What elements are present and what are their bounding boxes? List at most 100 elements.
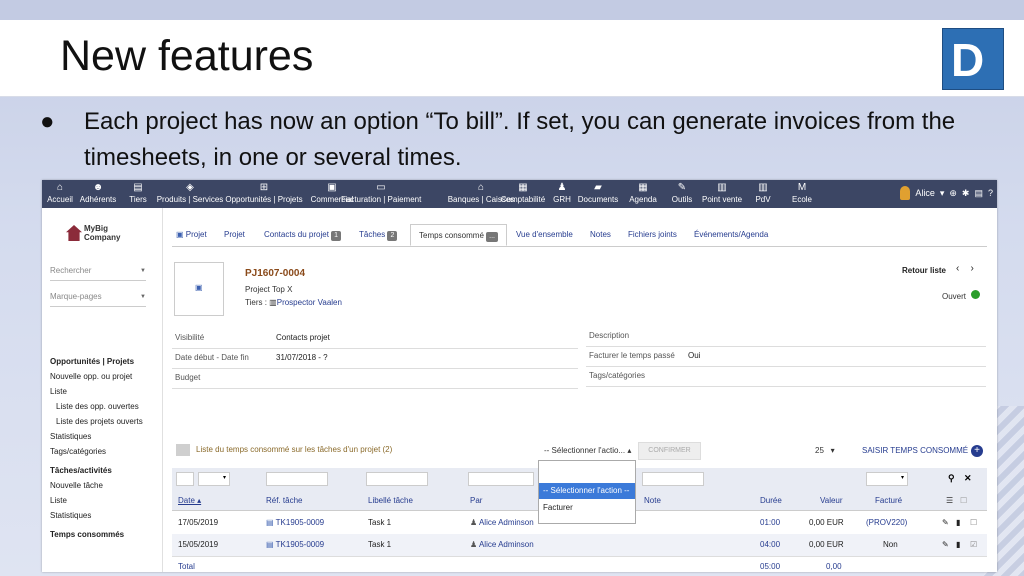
sidebar-section-title[interactable]: Tâches/activités: [50, 463, 160, 478]
sidebar-section-title[interactable]: Temps consommés: [50, 527, 160, 542]
field-value: Contacts projet: [276, 333, 330, 342]
sidebar-item[interactable]: Tags/catégories: [50, 444, 160, 459]
sidebar-item[interactable]: Liste des projets ouverts: [50, 414, 160, 429]
column-header[interactable]: Date ▴: [178, 496, 201, 505]
filter-user[interactable]: [468, 472, 534, 486]
total-value: 0,00: [826, 562, 842, 571]
dropdown-option-selected[interactable]: -- Sélectionner l'action --: [539, 483, 635, 499]
edit-icon[interactable]: ✎: [942, 518, 949, 527]
print-icon[interactable]: ▤: [974, 188, 983, 199]
column-header[interactable]: Valeur: [820, 496, 843, 505]
filter-label[interactable]: [366, 472, 428, 486]
logo-letter: D: [951, 34, 985, 86]
tab-label: Tâches: [359, 230, 386, 239]
field-label: Date début - Date fin: [175, 353, 249, 362]
back-to-list-link[interactable]: Retour liste: [902, 266, 946, 275]
user-name[interactable]: Alice: [915, 188, 935, 198]
select-all-checkbox[interactable]: ☐: [960, 496, 967, 505]
user-link[interactable]: ♟ Alice Adminson: [470, 518, 534, 527]
help-icon[interactable]: ?: [988, 188, 993, 198]
sidebar-item[interactable]: Nouvelle tâche: [50, 478, 160, 493]
page-size-select[interactable]: 25 ▾: [815, 446, 835, 455]
tab-notes[interactable]: Notes: [590, 224, 611, 246]
timesheet-list-title: Liste du temps consommé sur les tâches d…: [176, 444, 392, 456]
nav-item-ecole[interactable]: M Ecole: [762, 180, 842, 208]
sidebar-item[interactable]: Statistiques: [50, 429, 160, 444]
filter-day[interactable]: [176, 472, 194, 486]
search-icon[interactable]: ⚲: [948, 473, 955, 484]
column-header[interactable]: Par: [470, 496, 482, 505]
field-value: 31/07/2018 - ?: [276, 353, 328, 362]
column-header[interactable]: Libellé tâche: [368, 496, 413, 505]
document-icon: ▣: [195, 283, 203, 292]
tab-projet[interactable]: ▣ Projet: [176, 224, 207, 246]
column-header[interactable]: Note: [644, 496, 661, 505]
bookmarks-select[interactable]: Marque-pages ▼: [50, 292, 146, 307]
task-icon: ▤: [266, 518, 276, 527]
sidebar-item[interactable]: Liste: [50, 384, 160, 399]
column-header[interactable]: Durée: [760, 496, 782, 505]
tab-badge: ...: [486, 232, 498, 242]
edit-icon[interactable]: ✎: [942, 540, 949, 549]
user-avatar[interactable]: [900, 186, 911, 200]
sidebar-menu: Opportunités | Projets Nouvelle opp. ou p…: [50, 350, 160, 542]
globe-icon[interactable]: ⊕: [949, 188, 957, 199]
clear-filter-icon[interactable]: ✕: [964, 473, 972, 484]
main-content: ▣ Projet Projet Contacts du projet 1 Tâches…: [172, 208, 997, 572]
dropdown-search[interactable]: [539, 461, 635, 483]
tab-fichiers-joints[interactable]: Fichiers joints: [628, 224, 677, 246]
column-header[interactable]: Réf. tâche: [266, 496, 302, 505]
mass-action-select[interactable]: -- Sélectionner l'actio... ▴: [544, 446, 631, 455]
top-navigation: Alice ▾ ⊕ ✱ ▤ ? ⌂ Accueil ☻ Adhérents ▤ Tiers ◈…: [42, 180, 997, 208]
sidebar-item[interactable]: Liste des opp. ouvertes: [50, 399, 160, 414]
task-ref-link[interactable]: ▤ TK1905-0009: [266, 540, 324, 549]
sidebar-item[interactable]: Statistiques: [50, 508, 160, 523]
dropdown-option[interactable]: Facturer: [539, 499, 635, 517]
sidebar-item[interactable]: Liste: [50, 493, 160, 508]
sidebar-section-title[interactable]: Opportunités | Projets: [50, 354, 160, 369]
nav-item-produits-services[interactable]: ◈ Produits | Services: [150, 180, 230, 208]
tab-label: Projet: [185, 230, 207, 239]
row-checkbox[interactable]: ☐: [970, 518, 977, 527]
row-billed[interactable]: (PROV220): [866, 518, 907, 527]
company-logo[interactable]: MyBig Company: [66, 224, 120, 242]
tab--v-nements-agenda[interactable]: Événements/Agenda: [694, 224, 768, 246]
filter-ref[interactable]: [266, 472, 328, 486]
tab-contacts-du-projet[interactable]: Contacts du projet 1: [264, 224, 342, 246]
next-icon[interactable]: ›: [970, 263, 973, 274]
chevron-down-icon: ▾: [900, 475, 904, 481]
chevron-down-icon: ▼: [140, 294, 146, 300]
sidebar-item[interactable]: Nouvelle opp. ou projet: [50, 369, 160, 384]
top-decoration: [0, 0, 1024, 20]
user-link[interactable]: ♟ Alice Adminson: [470, 540, 534, 549]
plus-icon: +: [971, 445, 984, 457]
cube-icon: ◈: [186, 182, 194, 193]
task-label: Task 1: [368, 540, 392, 549]
tab-label: Contacts du projet: [264, 230, 329, 239]
prev-icon[interactable]: ‹: [956, 263, 959, 274]
column-header[interactable]: Facturé: [875, 496, 902, 505]
add-time-link[interactable]: SAISIR TEMPS CONSOMMÉ +: [862, 445, 984, 457]
delete-icon[interactable]: ▮: [956, 540, 960, 549]
filter-billed[interactable]: ▾: [866, 472, 908, 486]
filter-month[interactable]: ▾: [198, 472, 230, 486]
task-ref-link[interactable]: ▤ TK1905-0009: [266, 518, 324, 527]
bullet-text: Each project has now an option “To bill”…: [84, 108, 956, 171]
tab-projet[interactable]: Projet: [224, 224, 245, 246]
row-duration: 04:00: [760, 540, 781, 549]
bug-icon[interactable]: ✱: [962, 188, 970, 199]
list-columns-icon[interactable]: ☰: [946, 496, 953, 505]
tiers-link[interactable]: Prospector Vaalen: [277, 298, 342, 307]
tab-vue-d-ensemble[interactable]: Vue d'ensemble: [516, 224, 573, 246]
filter-note[interactable]: [642, 472, 704, 486]
confirm-button[interactable]: CONFIRMER: [638, 442, 701, 460]
tab-label: Fichiers joints: [628, 230, 677, 239]
search-select[interactable]: Rechercher ▼: [50, 266, 146, 281]
nav-item-label: Facturation | Paiement: [341, 195, 422, 204]
nav-item-label: Produits | Services: [156, 195, 224, 204]
row-checkbox[interactable]: ☑: [970, 540, 977, 549]
tab-t-ches[interactable]: Tâches 2: [359, 224, 398, 246]
tab-temps-consomm-[interactable]: Temps consommé ...: [410, 224, 507, 246]
delete-icon[interactable]: ▮: [956, 518, 960, 527]
nav-item-facturation-paiement[interactable]: ▭ Facturation | Paiement: [341, 180, 421, 208]
